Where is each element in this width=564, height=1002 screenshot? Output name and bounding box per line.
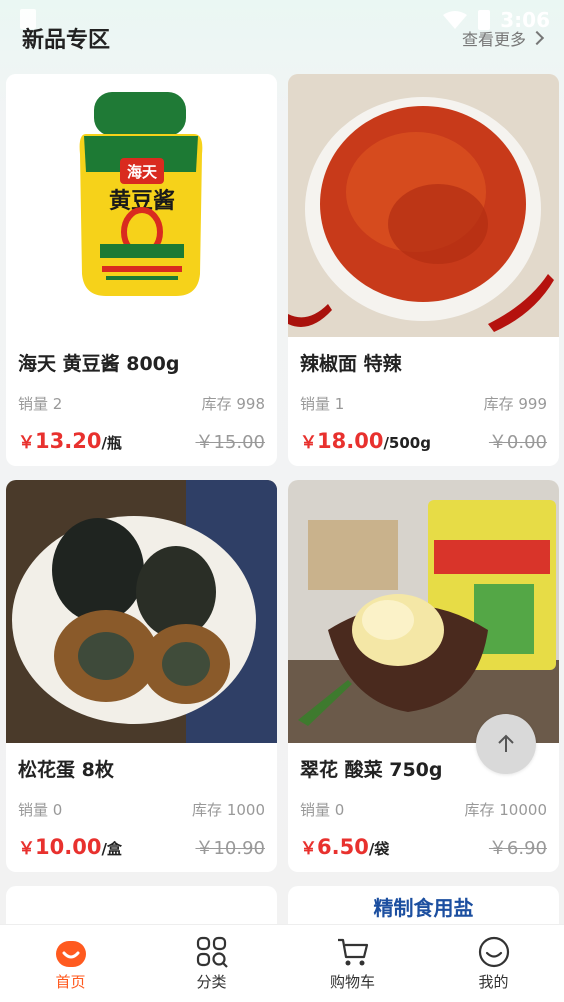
stock-count: 库存 999 <box>483 395 547 413</box>
product-card[interactable]: 松花蛋 8枚 销量 0 库存 1000 ￥10.00/盒 ￥10.90 <box>6 480 277 872</box>
section-header: 新品专区 查看更多 <box>22 18 545 58</box>
smile-profile-icon <box>478 936 509 968</box>
category-grid-icon <box>196 936 228 968</box>
tab-cart-label: 购物车 <box>329 973 375 991</box>
product-image-chili-flakes <box>288 74 559 337</box>
sales-count: 销量 0 <box>18 801 63 819</box>
product-card[interactable]: 辣椒面 特辣 销量 1 库存 999 ￥18.00/500g ￥0.00 <box>288 74 559 466</box>
price: ￥13.20/瓶 <box>18 429 122 453</box>
tab-home[interactable]: 首页 <box>0 925 141 1002</box>
stock-count: 库存 998 <box>201 395 265 413</box>
stock-count: 库存 1000 <box>192 801 265 819</box>
view-more-link[interactable]: 查看更多 <box>461 26 545 50</box>
cart-icon <box>337 938 368 966</box>
view-more-label: 查看更多 <box>461 30 526 49</box>
price: ￥6.50/袋 <box>300 835 390 859</box>
product-image-century-eggs <box>6 480 277 743</box>
product-name: 辣椒面 特辣 <box>300 353 402 375</box>
tab-profile[interactable]: 我的 <box>423 925 564 1002</box>
product-image-pickled-cabbage <box>288 480 559 743</box>
price: ￥10.00/盒 <box>18 835 122 859</box>
product-grid: 海天 黄豆酱 海天 黄豆酱 800g 销量 2 库存 998 ￥13.20/瓶 … <box>6 74 559 946</box>
original-price: ￥15.00 <box>195 432 265 453</box>
sales-count: 销量 2 <box>18 395 63 413</box>
product-name: 海天 黄豆酱 800g <box>18 353 180 375</box>
original-price: ￥6.90 <box>488 838 547 859</box>
sales-count: 销量 1 <box>300 395 345 413</box>
stock-count: 库存 10000 <box>464 801 548 819</box>
original-price: ￥10.90 <box>195 838 265 859</box>
tab-home-label: 首页 <box>55 973 86 991</box>
sales-count: 销量 0 <box>300 801 345 819</box>
tab-category[interactable]: 分类 <box>141 925 282 1002</box>
original-price: ￥0.00 <box>488 432 547 453</box>
tab-category-label: 分类 <box>196 973 227 991</box>
back-to-top-button[interactable] <box>476 714 536 774</box>
arrow-up-icon <box>498 734 514 752</box>
price: ￥18.00/500g <box>300 429 431 453</box>
home-bag-icon <box>55 941 86 967</box>
product-image-soybean-paste: 海天 黄豆酱 <box>6 74 277 337</box>
tab-cart[interactable]: 购物车 <box>282 925 423 1002</box>
bottom-tab-bar: 首页 分类 购物车 我的 <box>0 924 564 1002</box>
svg-text:海天: 海天 <box>127 163 158 181</box>
chevron-right-icon <box>529 30 545 46</box>
tab-profile-label: 我的 <box>478 973 509 991</box>
product-card[interactable]: 翠花 酸菜 750g 销量 0 库存 10000 ￥6.50/袋 ￥6.90 <box>288 480 559 872</box>
product-name: 松花蛋 8枚 <box>18 759 114 781</box>
section-title: 新品专区 <box>22 28 111 53</box>
salt-package-label: 精制食用盐 <box>373 896 474 920</box>
product-card[interactable]: 海天 黄豆酱 海天 黄豆酱 800g 销量 2 库存 998 ￥13.20/瓶 … <box>6 74 277 466</box>
